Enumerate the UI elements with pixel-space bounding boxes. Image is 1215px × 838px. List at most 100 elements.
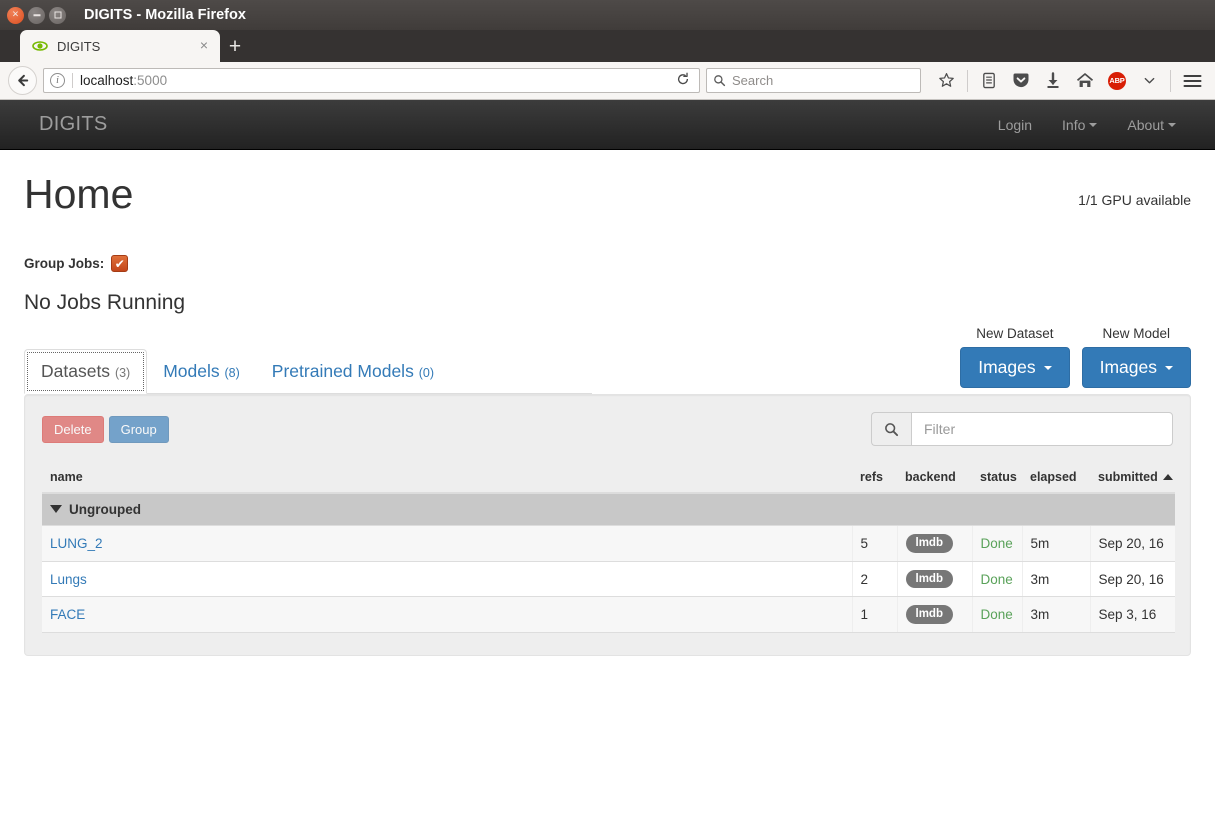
url-text: localhost:5000 [80,73,167,88]
table-group-cell: Ungrouped [42,493,1175,527]
browser-search-placeholder: Search [732,73,774,88]
tab-datasets[interactable]: Datasets (3) [24,349,148,395]
app-nav-links: Login Info About [983,117,1191,133]
home-icon[interactable] [1070,66,1100,95]
chevron-down-icon[interactable] [1134,66,1164,95]
new-dataset-action: New Dataset Images [960,326,1070,389]
library-icon[interactable] [974,66,1004,95]
group-button[interactable]: Group [108,415,169,443]
tab-models[interactable]: Models (8) [147,350,256,393]
column-header-status[interactable]: status [972,462,1022,495]
cell-name: Lungs [42,561,852,598]
group-jobs-label: Group Jobs: [24,256,105,272]
table-group-row[interactable]: Ungrouped [42,493,1175,527]
table-group-label: Ungrouped [69,502,141,518]
tab-pretrained-models-count: (0) [418,366,434,381]
browser-search-bar[interactable]: Search [706,68,921,93]
window-close-button[interactable]: × [7,6,24,24]
filter-input[interactable] [911,412,1173,447]
page-content: Home 1/1 GPU available Group Jobs: ✔ No … [0,150,1215,657]
close-icon: × [12,8,19,21]
menu-icon[interactable] [1177,66,1207,95]
backend-badge: lmdb [905,605,953,625]
dataset-link[interactable]: Lungs [50,572,87,587]
nvidia-eye-icon [32,38,48,54]
group-jobs-checkbox[interactable]: ✔ [111,255,129,273]
datasets-table: name refs backend status elapsed submitt… [42,462,1175,634]
new-model-action: New Model Images [1081,326,1191,389]
back-button[interactable] [8,66,37,95]
cell-backend: lmdb [896,561,972,598]
gpu-status-text: 1/1 GPU available [1078,192,1191,209]
cell-elapsed: 3m [1021,561,1090,598]
browser-tab-title: DIGITS [57,38,101,54]
window-maximize-button[interactable] [49,6,66,24]
delete-button[interactable]: Delete [42,415,104,443]
table-row[interactable]: Lungs 2 lmdb Done 3m Sep 20, 16 [42,561,1175,598]
column-header-elapsed[interactable]: elapsed [1022,462,1090,495]
dataset-link[interactable]: FACE [50,607,85,622]
cell-backend: lmdb [896,596,972,634]
nav-link-login[interactable]: Login [983,117,1047,133]
table-row[interactable]: LUNG_2 5 lmdb Done 5m Sep 20, 16 [42,525,1175,562]
column-header-submitted[interactable]: submitted [1090,462,1175,495]
adblock-badge: ABP [1108,71,1126,90]
new-tab-button[interactable]: + [220,30,250,62]
pocket-icon[interactable] [1006,66,1036,95]
table-header-row: name refs backend status elapsed submitt… [42,462,1175,495]
group-jobs-row: Group Jobs: ✔ [24,255,1191,273]
column-header-name[interactable]: name [42,462,852,495]
browser-tab-digits[interactable]: DIGITS × [20,30,220,62]
chevron-down-icon [1165,365,1173,370]
nav-link-info[interactable]: Info [1047,117,1112,133]
nav-link-about[interactable]: About [1112,117,1191,133]
page-header: Home 1/1 GPU available [24,150,1191,217]
new-dataset-images-button[interactable]: Images [960,347,1070,389]
table-row[interactable]: FACE 1 lmdb Done 3m Sep 3, 16 [42,596,1175,634]
tab-models-label: Models [163,361,220,382]
panel-toolbar: Delete Group [42,412,1173,447]
app-brand[interactable]: DIGITS [39,113,107,136]
content-tabs: Datasets (3) Models (8) Pretrained Model… [24,349,592,395]
search-icon [871,412,911,447]
reload-icon[interactable] [671,72,695,89]
column-header-refs[interactable]: refs [852,462,897,495]
cell-status: Done [971,561,1022,598]
dataset-link[interactable]: LUNG_2 [50,536,103,551]
cell-submitted: Sep 20, 16 [1089,525,1175,562]
chevron-down-icon [1043,365,1052,370]
caret-down-icon[interactable] [50,505,62,514]
cell-refs: 1 [851,596,897,634]
sort-asc-icon [1162,474,1173,481]
cell-name: FACE [42,596,852,634]
url-host: localhost [80,73,134,88]
downloads-icon[interactable] [1038,66,1068,95]
cell-submitted: Sep 3, 16 [1089,596,1175,634]
browser-tabstrip: DIGITS × + [0,30,1215,62]
tab-pretrained-models[interactable]: Pretrained Models (0) [256,350,450,393]
window-minimize-button[interactable] [28,6,45,24]
backend-badge: lmdb [905,534,953,553]
toolbar-divider [967,69,968,92]
column-header-submitted-label: submitted [1098,470,1158,485]
cell-name: LUNG_2 [42,525,852,562]
new-model-images-button[interactable]: Images [1081,347,1191,389]
maximize-icon [54,11,61,19]
cell-refs: 5 [851,525,897,562]
star-icon[interactable] [931,66,961,95]
tab-pretrained-models-label: Pretrained Models [271,361,414,382]
toolbar-divider-2 [1170,69,1171,92]
page-info-icon[interactable]: i [50,73,65,88]
cell-status: Done [971,596,1022,634]
table-head: name refs backend status elapsed submitt… [42,462,1175,495]
adblock-icon[interactable]: ABP [1102,66,1132,95]
new-dataset-images-label: Images [978,357,1036,378]
close-icon[interactable]: × [196,38,212,54]
status-text: Done [980,535,1013,551]
column-header-backend[interactable]: backend [897,462,972,495]
window-controls: × [0,6,66,24]
arrow-left-icon [18,74,29,87]
search-icon [714,75,726,87]
new-model-images-label: Images [1099,357,1157,378]
url-bar[interactable]: i localhost:5000 [43,68,700,93]
